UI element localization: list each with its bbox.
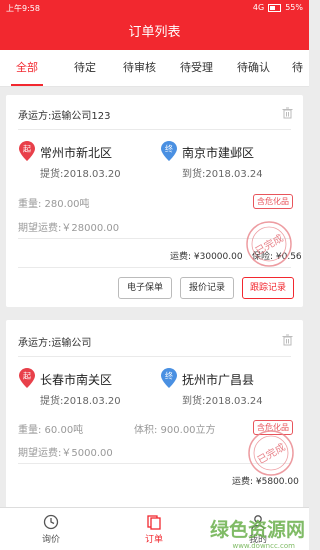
watermark-url: www.downcc.com: [232, 542, 295, 550]
weight-value: 重量: 280.00吨: [18, 199, 90, 210]
orders-icon: [147, 515, 161, 530]
battery-level: 55%: [285, 3, 303, 12]
quote-record-button[interactable]: 报价记录: [180, 277, 234, 299]
order-tabs: 全部 待定 待审核 待受理 待确认 待付: [0, 50, 309, 110]
destination-city: 抚州市广昌县: [182, 373, 255, 387]
end-pin-icon: 终: [161, 141, 177, 161]
expected-fee: 期望运费:￥28000.00: [18, 223, 120, 234]
network-label: 4G: [252, 3, 265, 12]
origin-city: 常州市新北区: [40, 146, 113, 160]
freight-value: 运费: ¥30000.00: [170, 252, 243, 262]
weight-value: 重量: 60.00吨: [18, 425, 84, 436]
order-card[interactable]: 承运方:运输公司 起 长春市南关区 提货:2018.03.20 终 抚州市广昌县…: [6, 320, 303, 508]
trash-icon[interactable]: [282, 107, 293, 119]
tab-accepting[interactable]: 待受理: [180, 50, 213, 86]
volume-value: 体积: 900.00立方: [134, 425, 216, 436]
expected-fee: 期望运费:￥5000.00: [18, 448, 113, 459]
end-badge-text: 终: [165, 144, 173, 154]
tab-pending[interactable]: 待定: [74, 50, 96, 86]
tab-paying[interactable]: 待付: [292, 50, 309, 110]
start-pin-icon: 起: [19, 368, 35, 388]
divider: [18, 129, 291, 130]
nav-inquiry-label: 询价: [41, 535, 60, 545]
origin-city: 长春市南关区: [40, 373, 113, 387]
tab-all[interactable]: 全部: [11, 50, 43, 86]
divider: [18, 356, 291, 357]
clock-icon: [43, 514, 59, 530]
battery-icon: [268, 3, 282, 12]
nav-orders[interactable]: 订单: [124, 508, 184, 550]
tab-reviewing[interactable]: 待审核: [123, 50, 156, 86]
delivery-date: 到货:2018.03.24: [182, 169, 263, 180]
completed-stamp: 已完成: [246, 221, 292, 267]
start-badge-text: 起: [23, 372, 31, 381]
stamp-text: 已完成: [255, 440, 287, 466]
trash-icon[interactable]: [282, 334, 293, 346]
order-card[interactable]: 承运方:运输公司123 起 常州市新北区 提货:2018.03.20 终 南京市…: [6, 95, 303, 307]
nav-inquiry[interactable]: 询价: [21, 508, 81, 550]
start-pin-icon: 起: [19, 141, 35, 161]
end-badge-text: 终: [165, 371, 173, 381]
status-bar: 上午9:58 4G 55%: [0, 0, 309, 16]
carrier-name: 承运方:运输公司: [18, 338, 92, 349]
pickup-date: 提货:2018.03.20: [40, 169, 121, 180]
carrier-name: 承运方:运输公司123: [18, 111, 111, 122]
tab-confirming[interactable]: 待确认: [237, 50, 270, 86]
page-title: 订单列表: [0, 16, 309, 50]
hazard-tag: 含危化品: [253, 194, 293, 209]
end-pin-icon: 终: [161, 368, 177, 388]
watermark-text: 绿色资源网: [209, 519, 305, 541]
completed-stamp: 已完成: [248, 430, 294, 476]
e-policy-button[interactable]: 电子保单: [118, 277, 172, 299]
nav-orders-label: 订单: [144, 535, 163, 545]
start-badge-text: 起: [23, 145, 31, 154]
stamp-text: 已完成: [253, 231, 285, 257]
delivery-date: 到货:2018.03.24: [182, 396, 263, 407]
destination-city: 南京市建邺区: [182, 146, 255, 160]
divider: [18, 267, 291, 268]
tracking-record-button[interactable]: 跟踪记录: [242, 277, 294, 299]
status-time: 上午9:58: [6, 4, 40, 13]
pickup-date: 提货:2018.03.20: [40, 396, 121, 407]
